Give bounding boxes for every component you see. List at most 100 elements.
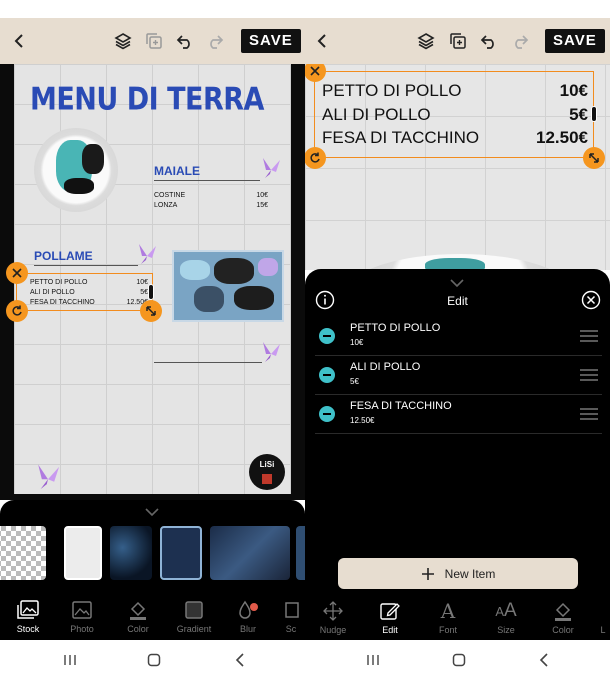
home-icon[interactable] bbox=[447, 650, 471, 670]
thumbnail[interactable] bbox=[210, 526, 290, 580]
list-item[interactable]: FESA DI TACCHINO 12.50€ bbox=[315, 396, 602, 434]
tab-line[interactable]: L bbox=[595, 600, 610, 640]
layers-icon[interactable] bbox=[110, 28, 136, 54]
duplicate-icon[interactable] bbox=[445, 28, 471, 54]
item-name: LONZA bbox=[154, 202, 178, 209]
tab-edit[interactable]: Edit bbox=[364, 600, 416, 640]
back-arrow-icon[interactable] bbox=[6, 28, 32, 54]
nav-back-icon[interactable] bbox=[532, 650, 556, 670]
item-name: COSTINE bbox=[154, 192, 186, 199]
tab-label: Edit bbox=[382, 625, 398, 635]
item-price: 15€ bbox=[256, 202, 268, 209]
redo-icon[interactable] bbox=[507, 28, 533, 54]
thumbnail[interactable] bbox=[160, 526, 202, 580]
tab-font[interactable]: A Font bbox=[422, 599, 474, 640]
chevron-down-icon[interactable] bbox=[144, 504, 160, 522]
nav-back-icon[interactable] bbox=[228, 650, 252, 670]
paint-bucket-icon bbox=[537, 600, 589, 622]
bottom-tab-bar: Nudge Edit A Font AA Size Color L bbox=[305, 599, 610, 640]
edit-panel-title: Edit bbox=[447, 294, 468, 308]
side-resize-handle[interactable] bbox=[591, 106, 597, 122]
gradient-icon bbox=[168, 599, 220, 621]
thumbnail[interactable] bbox=[296, 526, 305, 580]
tab-label: Color bbox=[552, 625, 574, 635]
left-screen: SAVE MENU DI TERRA MAIALE COSTINE 10€ LO… bbox=[0, 0, 305, 680]
selection-box[interactable] bbox=[16, 273, 153, 311]
tab-stock[interactable]: Stock bbox=[2, 599, 54, 639]
status-bar bbox=[0, 0, 305, 18]
divider bbox=[154, 180, 260, 181]
menu-row[interactable]: COSTINE 10€ bbox=[154, 192, 268, 199]
recent-apps-icon[interactable] bbox=[361, 650, 385, 670]
remove-item-minus-icon[interactable] bbox=[319, 406, 335, 422]
undo-icon[interactable] bbox=[172, 28, 198, 54]
tab-label: Gradient bbox=[176, 624, 212, 634]
save-button[interactable]: SAVE bbox=[241, 29, 301, 53]
text-size-icon: AA bbox=[495, 600, 517, 621]
item-price: 10€ bbox=[256, 192, 268, 199]
tab-label: Size bbox=[497, 625, 515, 635]
menu-row[interactable]: LONZA 15€ bbox=[154, 202, 268, 209]
back-arrow-icon[interactable] bbox=[309, 28, 335, 54]
food-photo[interactable] bbox=[172, 250, 284, 322]
tab-blur[interactable]: Blur bbox=[222, 599, 274, 639]
section-heading-maiale[interactable]: MAIALE bbox=[154, 164, 200, 178]
paint-bucket-icon bbox=[112, 599, 164, 621]
tab-label: Blur bbox=[239, 624, 256, 634]
item-name: ALI DI POLLO bbox=[350, 361, 421, 373]
status-bar bbox=[305, 0, 610, 18]
close-icon[interactable] bbox=[581, 290, 601, 310]
resize-handle-icon[interactable] bbox=[583, 147, 605, 169]
save-button[interactable]: SAVE bbox=[545, 29, 605, 53]
recent-apps-icon[interactable] bbox=[58, 650, 82, 670]
plate-image[interactable] bbox=[34, 128, 118, 212]
new-item-button[interactable]: New Item bbox=[338, 558, 578, 589]
poster-title[interactable]: MENU DI TERRA bbox=[30, 82, 264, 118]
tab-nudge[interactable]: Nudge bbox=[307, 600, 359, 640]
scale-icon bbox=[276, 599, 305, 621]
logo-badge[interactable]: LiSi bbox=[249, 454, 285, 490]
thumbnail[interactable] bbox=[110, 526, 152, 580]
duplicate-icon[interactable] bbox=[141, 28, 167, 54]
delete-handle-close-icon[interactable] bbox=[6, 262, 28, 284]
tab-label: L bbox=[600, 625, 606, 635]
tab-photo[interactable]: Photo bbox=[56, 599, 108, 639]
undo-icon[interactable] bbox=[476, 28, 502, 54]
tab-size[interactable]: AA Size bbox=[480, 600, 532, 640]
move-arrows-icon bbox=[307, 600, 359, 622]
side-resize-handle[interactable] bbox=[148, 284, 154, 300]
list-item[interactable]: PETTO DI POLLO 10€ bbox=[315, 318, 602, 356]
layers-icon[interactable] bbox=[413, 28, 439, 54]
selection-box[interactable] bbox=[314, 71, 594, 158]
tab-color[interactable]: Color bbox=[112, 599, 164, 639]
tab-label: Font bbox=[438, 625, 457, 635]
drag-handle-icon[interactable] bbox=[580, 329, 598, 342]
resize-handle-icon[interactable] bbox=[140, 300, 162, 322]
tab-label: Photo bbox=[70, 624, 94, 634]
section-heading-pollame[interactable]: POLLAME bbox=[34, 249, 93, 263]
tab-label: Nudge bbox=[319, 625, 347, 635]
list-item[interactable]: ALI DI POLLO 5€ bbox=[315, 357, 602, 395]
drag-handle-icon[interactable] bbox=[580, 407, 598, 420]
drag-handle-icon[interactable] bbox=[580, 368, 598, 381]
badge-text: LiSi bbox=[259, 460, 275, 469]
tab-gradient[interactable]: Gradient bbox=[168, 599, 220, 639]
top-toolbar: SAVE bbox=[305, 18, 610, 64]
plate-image[interactable] bbox=[345, 254, 575, 270]
home-icon[interactable] bbox=[142, 650, 166, 670]
system-nav-bar bbox=[305, 640, 610, 680]
item-price: 5€ bbox=[350, 377, 359, 386]
rotate-handle-icon[interactable] bbox=[305, 147, 326, 169]
edit-panel: Edit PETTO DI POLLO 10€ ALI DI POLLO 5€ … bbox=[305, 269, 610, 600]
thumbnail-transparent[interactable] bbox=[0, 526, 46, 580]
butterfly-decoration-icon bbox=[34, 462, 62, 499]
remove-item-minus-icon[interactable] bbox=[319, 328, 335, 344]
thumbnail-selected[interactable] bbox=[64, 526, 102, 580]
redo-icon[interactable] bbox=[202, 28, 228, 54]
menu-poster[interactable]: MENU DI TERRA MAIALE COSTINE 10€ LONZA 1… bbox=[6, 64, 291, 494]
chevron-down-icon[interactable] bbox=[449, 275, 465, 293]
tab-color[interactable]: Color bbox=[537, 600, 589, 640]
tab-scale[interactable]: Sc bbox=[276, 599, 305, 639]
remove-item-minus-icon[interactable] bbox=[319, 367, 335, 383]
rotate-handle-icon[interactable] bbox=[6, 300, 28, 322]
